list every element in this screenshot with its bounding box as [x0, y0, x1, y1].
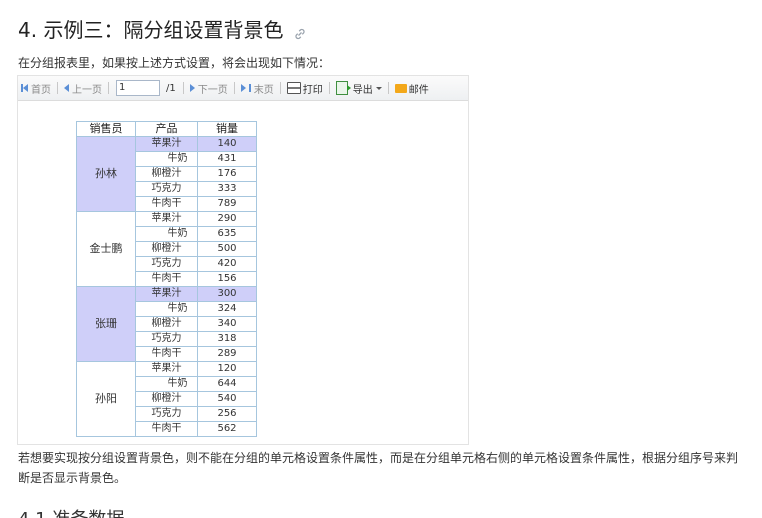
- quantity-cell: 324: [197, 301, 257, 317]
- product-cell: 苹果汁: [135, 286, 198, 302]
- first-page-button[interactable]: 首页: [18, 81, 54, 96]
- section-heading-text: 4. 示例三：隔分组设置背景色: [18, 18, 284, 42]
- section-heading: 4. 示例三：隔分组设置背景色: [18, 14, 307, 43]
- product-cell: 柳橙汁: [135, 316, 198, 332]
- export-icon: [335, 81, 351, 95]
- product-cell: 牛奶: [135, 226, 198, 242]
- quantity-cell: 256: [197, 406, 257, 422]
- print-button[interactable]: 打印: [284, 81, 326, 96]
- report-preview: 首页 上一页 1 /1 下一页 末页 打印 导出 邮件 销售员 产品 销量 孙林…: [17, 75, 469, 445]
- product-cell: 苹果汁: [135, 361, 198, 377]
- column-header-product: 产品: [135, 121, 198, 137]
- quantity-cell: 540: [197, 391, 257, 407]
- printer-icon: [286, 82, 301, 94]
- quantity-cell: 500: [197, 241, 257, 257]
- quantity-cell: 156: [197, 271, 257, 287]
- prev-page-button[interactable]: 上一页: [61, 81, 105, 96]
- quantity-cell: 120: [197, 361, 257, 377]
- product-cell: 巧克力: [135, 406, 198, 422]
- salesman-cell: 孙林: [76, 136, 136, 212]
- product-cell: 牛奶: [135, 301, 198, 317]
- export-button[interactable]: 导出: [333, 81, 385, 96]
- quantity-cell: 176: [197, 166, 257, 182]
- page-number-input[interactable]: 1: [116, 80, 160, 96]
- next-page-button[interactable]: 下一页: [187, 81, 231, 96]
- column-header-quantity: 销量: [197, 121, 257, 137]
- product-cell: 牛肉干: [135, 196, 198, 212]
- sales-table: 销售员 产品 销量 孙林 苹果汁 140 牛奶 431 柳橙汁 176 巧克力 333 牛肉干 78…: [76, 121, 257, 437]
- quantity-cell: 431: [197, 151, 257, 167]
- chevron-down-icon: [375, 86, 382, 90]
- link-icon[interactable]: [293, 22, 307, 39]
- product-cell: 牛奶: [135, 376, 198, 392]
- product-cell: 巧克力: [135, 331, 198, 347]
- quantity-cell: 340: [197, 316, 257, 332]
- quantity-cell: 140: [197, 136, 257, 152]
- closing-paragraph: 若想要实现按分组设置背景色，则不能在分组的单元格设置条件属性，而是在分组单元格右…: [18, 451, 739, 485]
- mail-icon: [394, 83, 407, 93]
- quantity-cell: 333: [197, 181, 257, 197]
- salesman-cell: 孙阳: [76, 361, 136, 437]
- quantity-cell: 562: [197, 421, 257, 437]
- report-toolbar: 首页 上一页 1 /1 下一页 末页 打印 导出 邮件: [18, 76, 468, 101]
- quantity-cell: 290: [197, 211, 257, 227]
- quantity-cell: 420: [197, 256, 257, 272]
- page-total: /1: [166, 82, 176, 94]
- mail-button[interactable]: 邮件: [392, 81, 432, 96]
- product-cell: 巧克力: [135, 181, 198, 197]
- salesman-cell: 张珊: [76, 286, 136, 362]
- last-page-button[interactable]: 末页: [238, 81, 277, 96]
- product-cell: 柳橙汁: [135, 241, 198, 257]
- doc-page: 4. 示例三：隔分组设置背景色 在分组报表里，如果按上述方式设置，将会出现如下情…: [0, 0, 762, 518]
- last-page-icon: [240, 84, 246, 92]
- product-cell: 柳橙汁: [135, 166, 198, 182]
- table-row: 金士鹏 苹果汁 290: [76, 211, 257, 287]
- product-cell: 牛肉干: [135, 271, 198, 287]
- quantity-cell: 635: [197, 226, 257, 242]
- next-page-icon: [189, 84, 195, 92]
- table-row: 孙林 苹果汁 140: [76, 136, 257, 212]
- salesman-cell: 金士鹏: [76, 211, 136, 287]
- product-cell: 牛奶: [135, 151, 198, 167]
- table-row: 张珊 苹果汁 300: [76, 286, 257, 362]
- product-cell: 苹果汁: [135, 211, 198, 227]
- intro-paragraph: 在分组报表里，如果按上述方式设置，将会出现如下情况：: [18, 56, 331, 70]
- quantity-cell: 644: [197, 376, 257, 392]
- next-section-heading: 4.1 准备数据: [18, 505, 124, 518]
- product-cell: 牛肉干: [135, 421, 198, 437]
- product-cell: 苹果汁: [135, 136, 198, 152]
- quantity-cell: 300: [197, 286, 257, 302]
- table-row: 孙阳 苹果汁 120: [76, 361, 257, 437]
- product-cell: 牛肉干: [135, 346, 198, 362]
- prev-page-icon: [64, 84, 69, 92]
- table-header-row: 销售员 产品 销量: [76, 121, 257, 137]
- quantity-cell: 789: [197, 196, 257, 212]
- quantity-cell: 318: [197, 331, 257, 347]
- column-header-salesman: 销售员: [76, 121, 136, 137]
- quantity-cell: 289: [197, 346, 257, 362]
- product-cell: 巧克力: [135, 256, 198, 272]
- product-cell: 柳橙汁: [135, 391, 198, 407]
